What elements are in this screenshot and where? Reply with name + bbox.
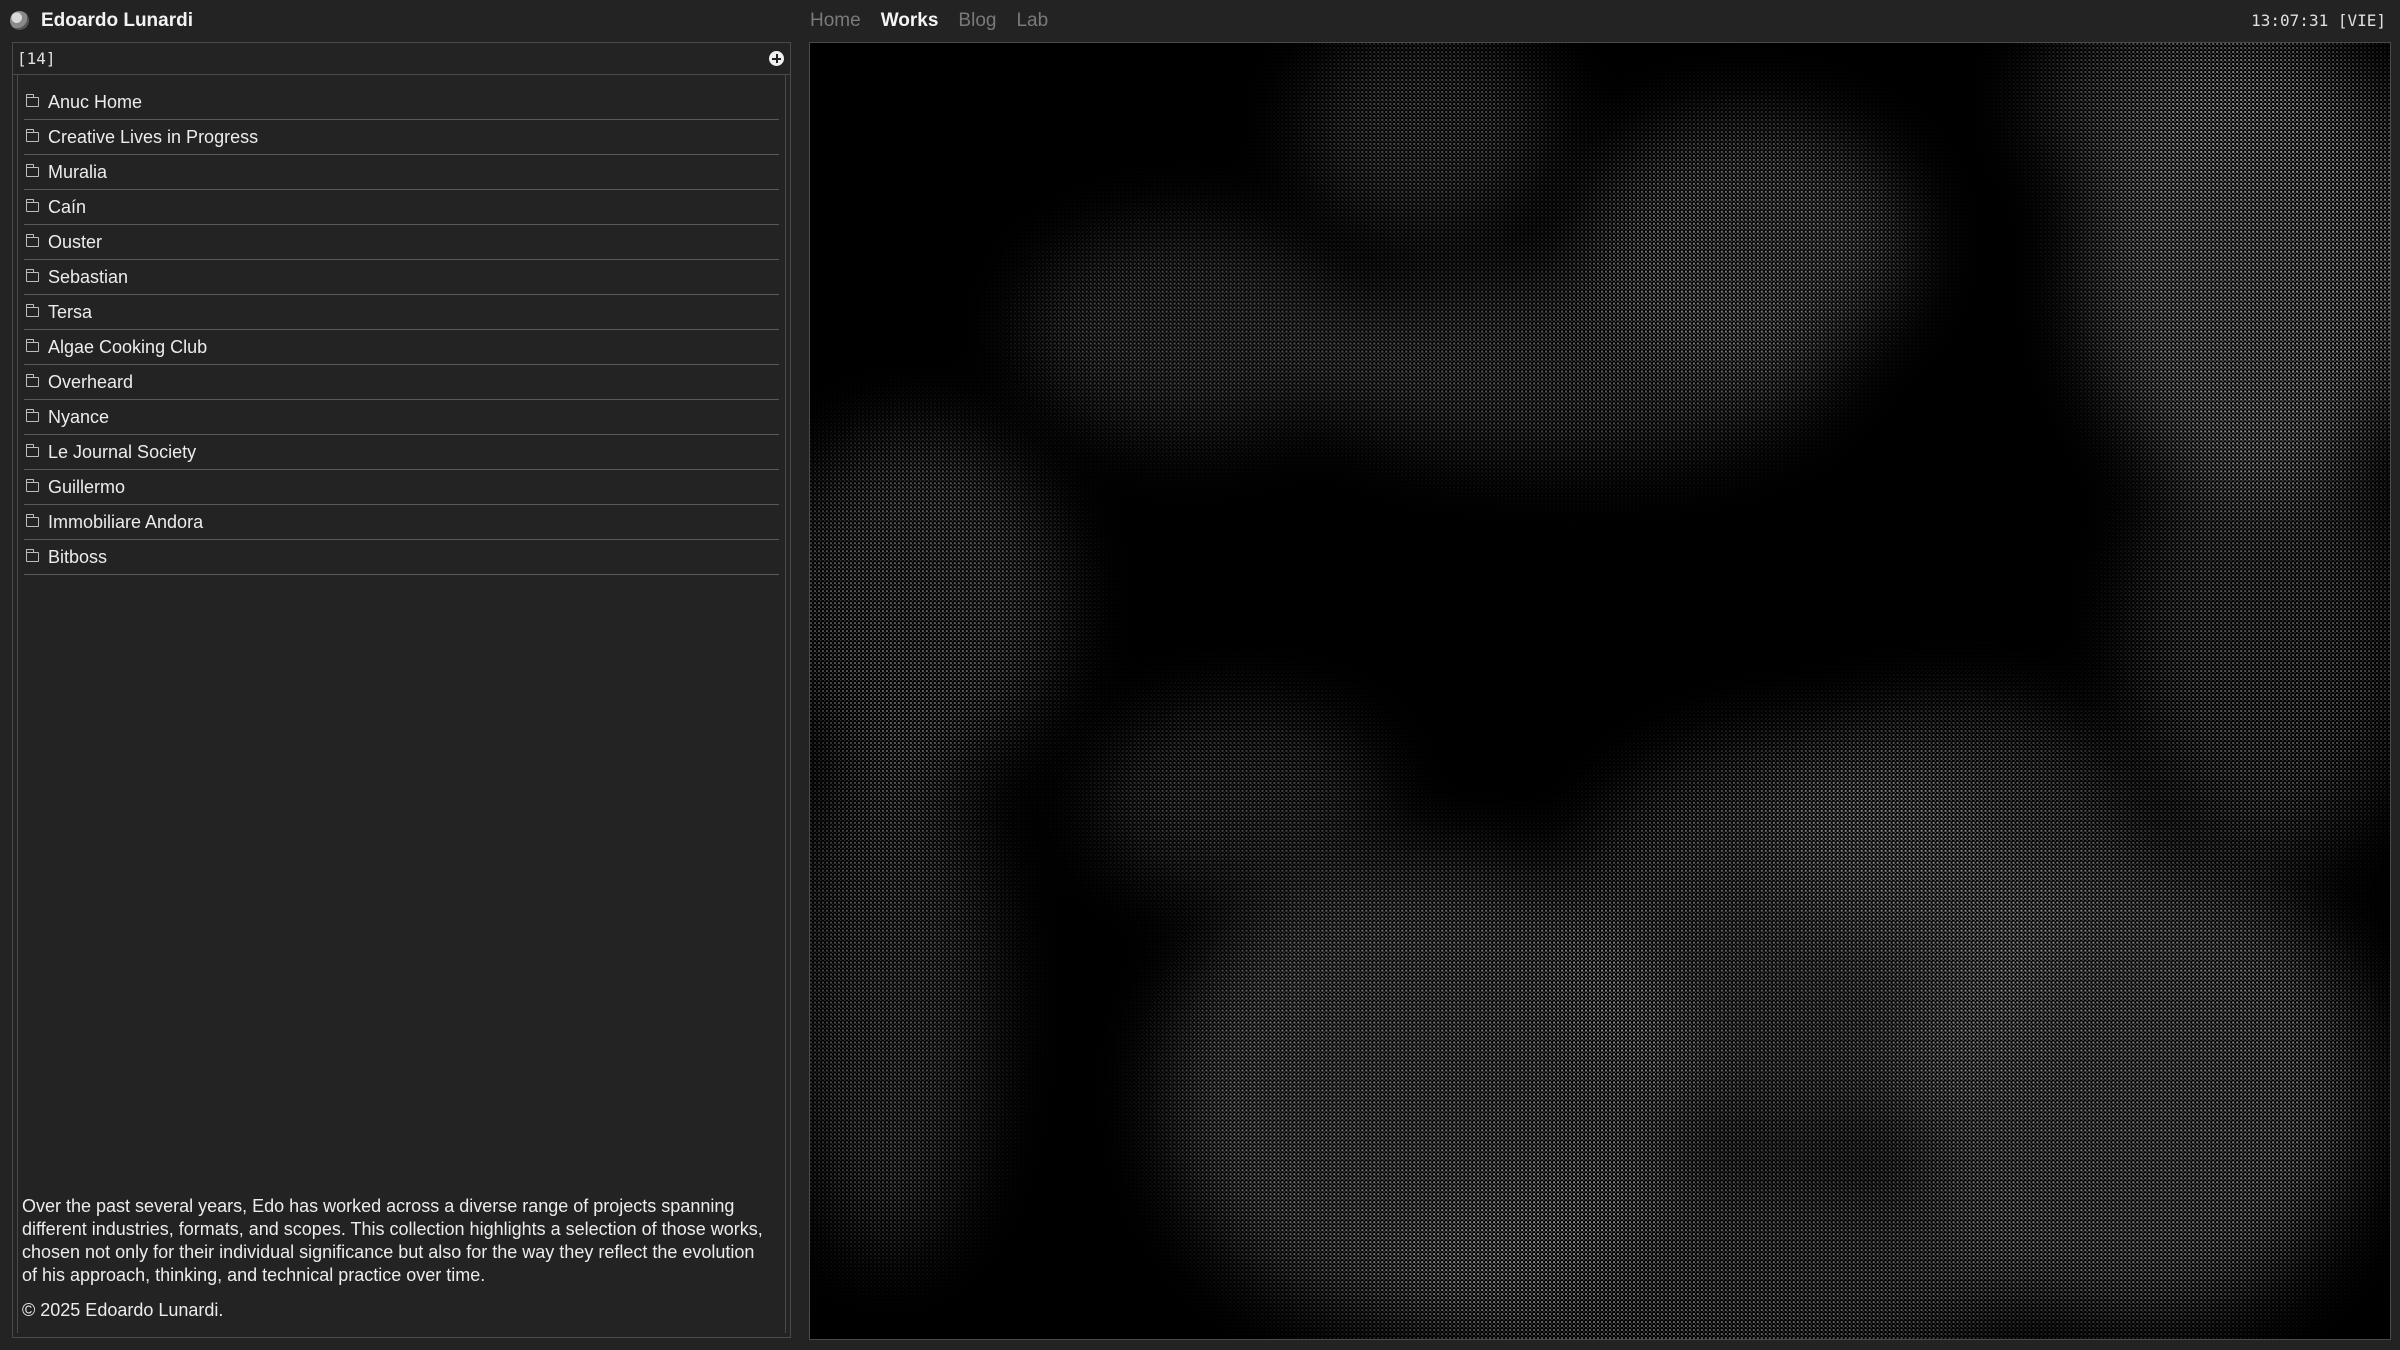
brand[interactable]: Edoardo Lunardi (10, 0, 193, 41)
folder-icon (25, 94, 39, 107)
folder-icon (25, 409, 39, 422)
folder-icon (25, 304, 39, 317)
project-label: Tersa (48, 301, 93, 322)
sidebar-header: [14] (13, 43, 790, 75)
project-label: Overheard (48, 371, 134, 392)
list-item[interactable]: Le Journal Society (24, 435, 779, 470)
nav-works[interactable]: Works (881, 10, 939, 32)
project-label: Algae Cooking Club (48, 336, 208, 357)
project-label: Immobiliare Andora (48, 511, 204, 532)
top-bar: Edoardo Lunardi Home Works Blog Lab 13:0… (0, 0, 2400, 41)
project-list: Anuc Home Creative Lives in Progress Mur… (18, 75, 785, 575)
project-label: Le Journal Society (48, 441, 197, 462)
folder-icon (25, 129, 39, 142)
clock-text: 13:07:31 [VIE] (2251, 11, 2386, 30)
list-item[interactable]: Caín (24, 190, 779, 225)
folder-icon (25, 549, 39, 562)
brand-name: Edoardo Lunardi (41, 9, 193, 31)
folder-icon (25, 514, 39, 527)
list-item[interactable]: Guillermo (24, 470, 779, 505)
dither-image-viewer[interactable] (809, 42, 2391, 1340)
folder-icon (25, 269, 39, 282)
plus-circle-icon[interactable] (769, 51, 784, 66)
folder-icon (25, 234, 39, 247)
folder-icon (25, 444, 39, 457)
copyright: © 2025 Edoardo Lunardi. (22, 1300, 224, 1320)
project-label: Bitboss (48, 546, 108, 567)
nav-home[interactable]: Home (810, 10, 861, 32)
project-count: [14] (17, 49, 56, 68)
clock: 13:07:31 [VIE] (2251, 0, 2386, 41)
list-item[interactable]: Sebastian (24, 260, 779, 295)
project-label: Nyance (48, 406, 110, 427)
project-label: Sebastian (48, 266, 129, 287)
folder-icon (25, 164, 39, 177)
works-sidebar: [14] Anuc Home Creative Lives in Progres… (12, 42, 791, 1338)
dithered-smoke-image (810, 43, 2390, 1339)
works-description: Over the past several years, Edo has wor… (22, 1196, 763, 1285)
list-item[interactable]: Ouster (24, 225, 779, 260)
project-list-panel: Anuc Home Creative Lives in Progress Mur… (17, 75, 786, 1333)
project-label: Guillermo (48, 476, 126, 497)
list-item[interactable]: Overheard (24, 365, 779, 400)
list-item[interactable]: Anuc Home (24, 85, 779, 120)
folder-icon (25, 339, 39, 352)
list-item[interactable]: Creative Lives in Progress (24, 120, 779, 155)
list-item[interactable]: Bitboss (24, 540, 779, 575)
project-label: Ouster (48, 231, 103, 252)
list-item[interactable]: Tersa (24, 295, 779, 330)
folder-icon (25, 199, 39, 212)
main-nav: Home Works Blog Lab (810, 0, 1068, 41)
nav-lab[interactable]: Lab (1016, 10, 1048, 32)
project-label: Caín (48, 196, 87, 217)
list-item[interactable]: Muralia (24, 155, 779, 190)
folder-icon (25, 374, 39, 387)
project-label: Creative Lives in Progress (48, 126, 259, 147)
project-label: Anuc Home (48, 91, 143, 112)
list-item[interactable]: Algae Cooking Club (24, 330, 779, 365)
folder-icon (25, 479, 39, 492)
nav-blog[interactable]: Blog (958, 10, 996, 32)
globe-logo-icon (10, 11, 29, 30)
list-item[interactable]: Nyance (24, 400, 779, 435)
project-label: Muralia (48, 161, 108, 182)
list-item[interactable]: Immobiliare Andora (24, 505, 779, 540)
